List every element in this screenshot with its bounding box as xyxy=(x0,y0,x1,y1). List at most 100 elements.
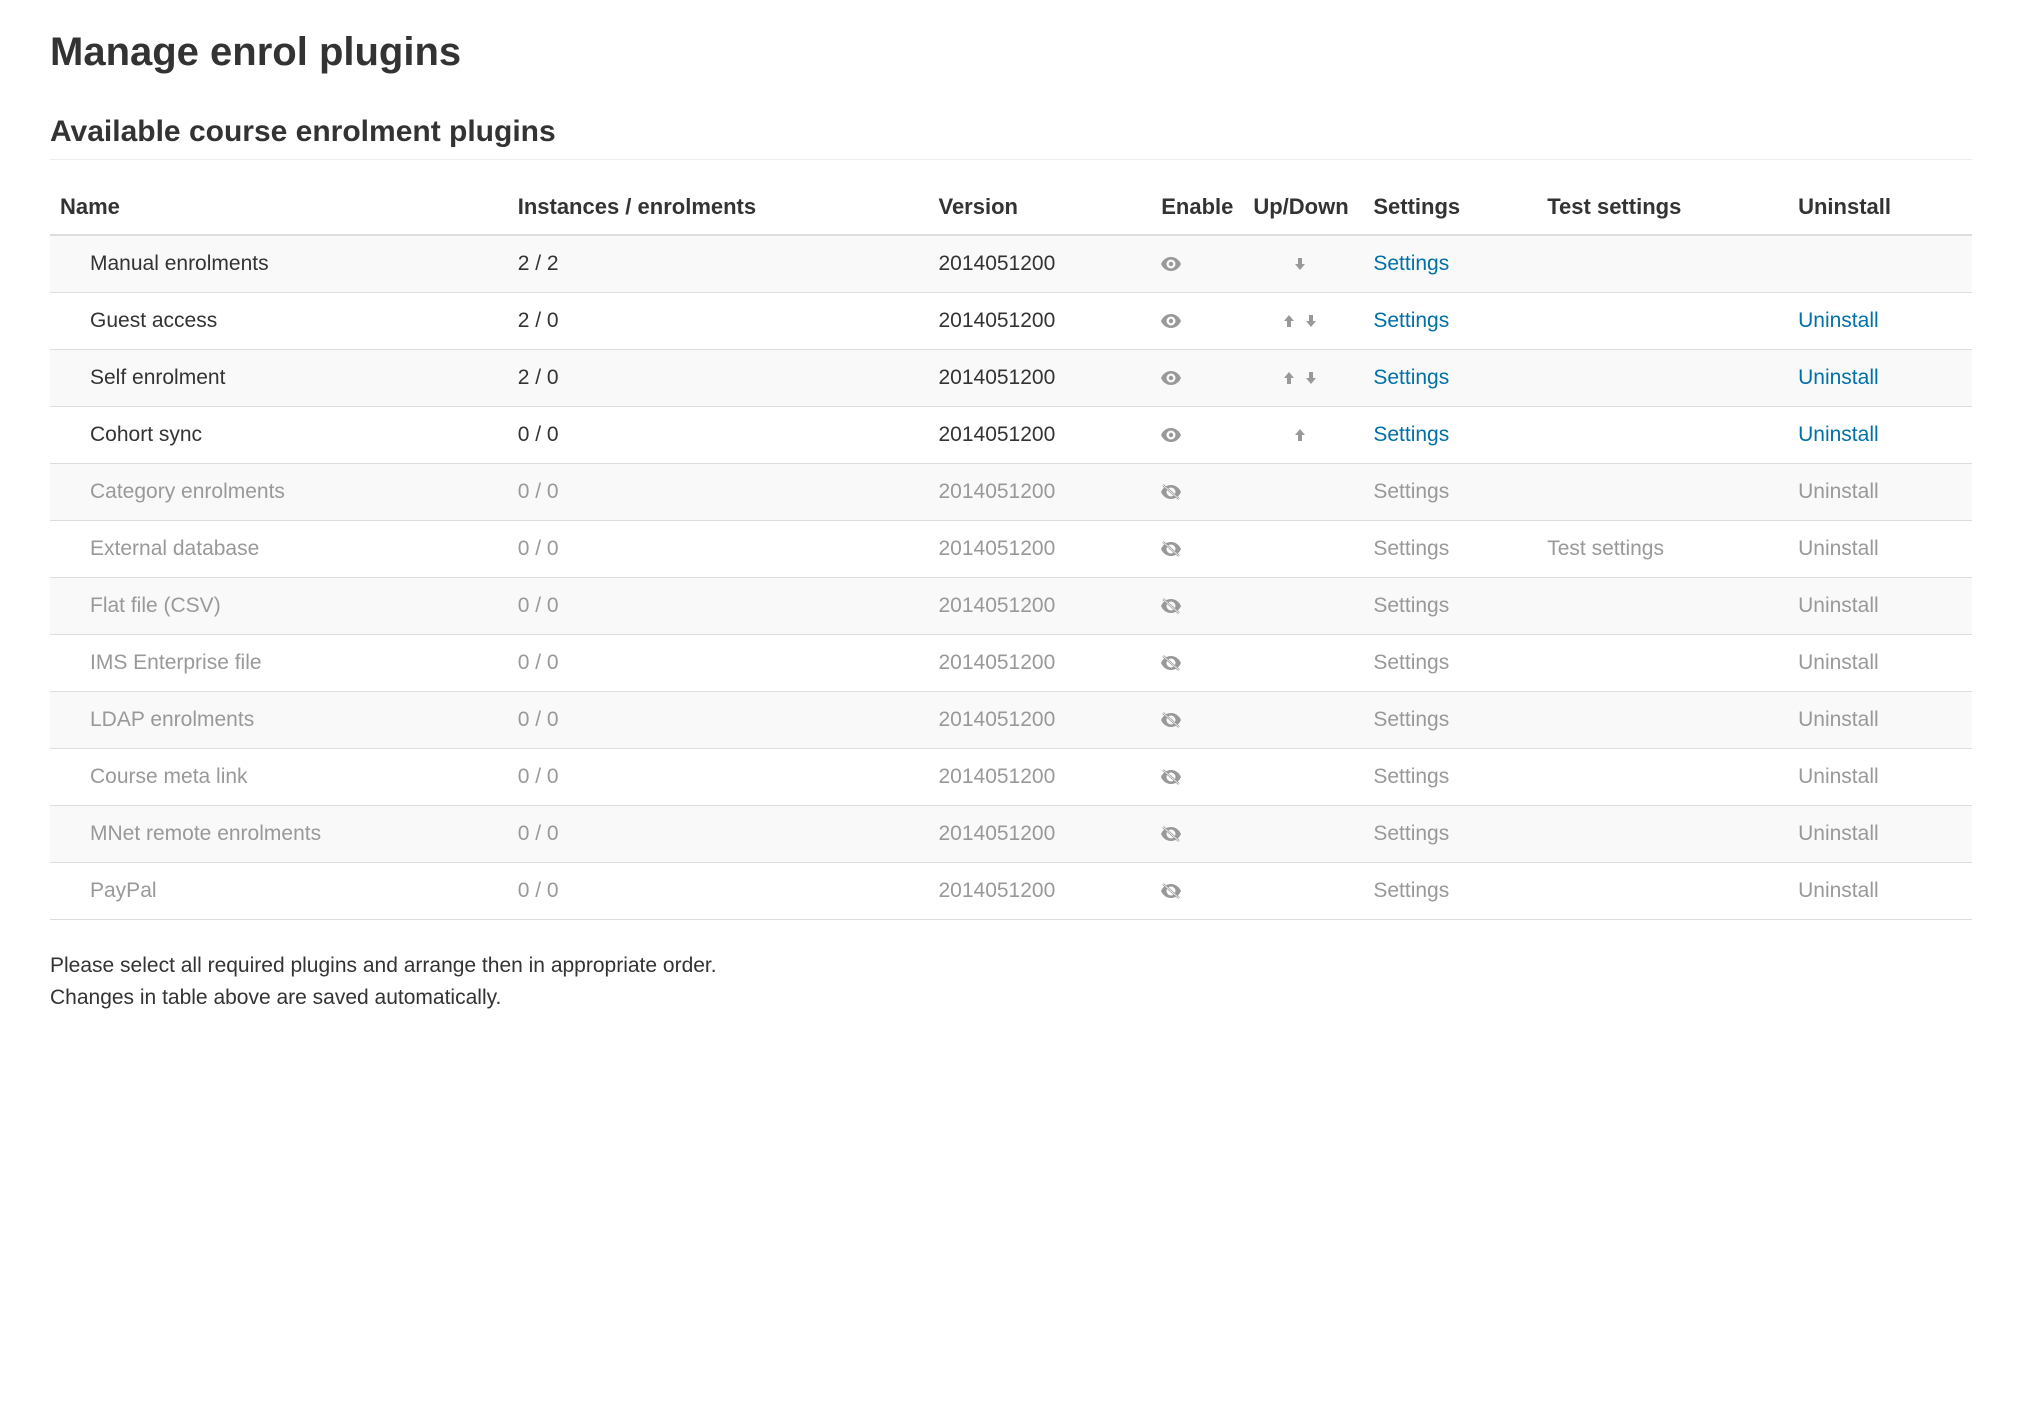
table-row: Category enrolments0 / 02014051200 Settin… xyxy=(50,464,1972,521)
eye-closed-icon[interactable] xyxy=(1161,712,1181,728)
plugin-instances: 0 / 0 xyxy=(508,578,929,635)
plugin-instances: 0 / 0 xyxy=(508,863,929,920)
uninstall-link[interactable]: Uninstall xyxy=(1798,309,1879,332)
plugin-instances: 0 / 0 xyxy=(508,521,929,578)
plugin-version: 2014051200 xyxy=(928,635,1151,692)
settings-link[interactable]: Settings xyxy=(1373,651,1449,674)
plugin-version: 2014051200 xyxy=(928,293,1151,350)
plugin-name: LDAP enrolments xyxy=(50,692,508,749)
plugin-instances: 0 / 0 xyxy=(508,464,929,521)
eye-closed-icon[interactable] xyxy=(1161,883,1181,899)
plugin-name: External database xyxy=(50,521,508,578)
settings-link[interactable]: Settings xyxy=(1373,708,1449,731)
uninstall-link[interactable]: Uninstall xyxy=(1798,822,1879,845)
uninstall-link[interactable]: Uninstall xyxy=(1798,594,1879,617)
plugin-name: Cohort sync xyxy=(50,407,508,464)
eye-closed-icon[interactable] xyxy=(1161,769,1181,785)
eye-closed-icon[interactable] xyxy=(1161,541,1181,557)
col-enable: Enable xyxy=(1151,180,1243,235)
table-row: Guest access2 / 02014051200 Settings Unins… xyxy=(50,293,1972,350)
eye-closed-icon[interactable] xyxy=(1161,598,1181,614)
eye-open-icon[interactable] xyxy=(1161,257,1181,271)
footer-line-2: Changes in table above are saved automat… xyxy=(50,982,1972,1014)
col-uninstall: Uninstall xyxy=(1788,180,1972,235)
section-title: Available course enrolment plugins xyxy=(50,115,1972,160)
table-row: Course meta link0 / 02014051200 Settings U… xyxy=(50,749,1972,806)
table-row: MNet remote enrolments0 / 02014051200 Set… xyxy=(50,806,1972,863)
plugin-name: Self enrolment xyxy=(50,350,508,407)
arrow-down-icon[interactable] xyxy=(1303,313,1319,329)
settings-link[interactable]: Settings xyxy=(1373,594,1449,617)
settings-link[interactable]: Settings xyxy=(1373,822,1449,845)
col-name: Name xyxy=(50,180,508,235)
settings-link[interactable]: Settings xyxy=(1373,480,1449,503)
uninstall-link[interactable]: Uninstall xyxy=(1798,651,1879,674)
uninstall-link[interactable]: Uninstall xyxy=(1798,879,1879,902)
plugin-instances: 2 / 0 xyxy=(508,293,929,350)
plugin-name: PayPal xyxy=(50,863,508,920)
plugin-version: 2014051200 xyxy=(928,407,1151,464)
eye-open-icon[interactable] xyxy=(1161,371,1181,385)
plugin-name: Guest access xyxy=(50,293,508,350)
plugin-version: 2014051200 xyxy=(928,692,1151,749)
eye-closed-icon[interactable] xyxy=(1161,484,1181,500)
uninstall-link[interactable]: Uninstall xyxy=(1798,366,1879,389)
page-title: Manage enrol plugins xyxy=(50,30,1972,75)
col-version: Version xyxy=(928,180,1151,235)
table-row: PayPal0 / 02014051200 Settings Uninstall xyxy=(50,863,1972,920)
eye-open-icon[interactable] xyxy=(1161,428,1181,442)
settings-link[interactable]: Settings xyxy=(1373,765,1449,788)
arrow-up-icon[interactable] xyxy=(1281,370,1297,386)
plugin-version: 2014051200 xyxy=(928,749,1151,806)
uninstall-link[interactable]: Uninstall xyxy=(1798,765,1879,788)
plugin-version: 2014051200 xyxy=(928,806,1151,863)
table-header-row: Name Instances / enrolments Version Enab… xyxy=(50,180,1972,235)
table-row: Cohort sync0 / 02014051200 Settings Uninst… xyxy=(50,407,1972,464)
table-row: LDAP enrolments0 / 02014051200 Settings Un… xyxy=(50,692,1972,749)
uninstall-link[interactable]: Uninstall xyxy=(1798,537,1879,560)
plugin-name: IMS Enterprise file xyxy=(50,635,508,692)
plugin-version: 2014051200 xyxy=(928,464,1151,521)
arrow-down-icon[interactable] xyxy=(1303,370,1319,386)
plugins-table: Name Instances / enrolments Version Enab… xyxy=(50,180,1972,920)
settings-link[interactable]: Settings xyxy=(1373,537,1449,560)
test-settings-link[interactable]: Test settings xyxy=(1547,537,1664,560)
plugin-version: 2014051200 xyxy=(928,235,1151,293)
plugin-name: Flat file (CSV) xyxy=(50,578,508,635)
plugin-name: Manual enrolments xyxy=(50,235,508,293)
settings-link[interactable]: Settings xyxy=(1373,879,1449,902)
plugin-version: 2014051200 xyxy=(928,863,1151,920)
table-row: External database0 / 02014051200 Settings… xyxy=(50,521,1972,578)
plugin-instances: 0 / 0 xyxy=(508,407,929,464)
plugin-version: 2014051200 xyxy=(928,521,1151,578)
plugin-name: Category enrolments xyxy=(50,464,508,521)
table-row: Manual enrolments2 / 22014051200 Settings xyxy=(50,235,1972,293)
plugin-instances: 2 / 2 xyxy=(508,235,929,293)
eye-closed-icon[interactable] xyxy=(1161,826,1181,842)
settings-link[interactable]: Settings xyxy=(1373,252,1449,275)
table-row: Flat file (CSV)0 / 02014051200SettingsUn… xyxy=(50,578,1972,635)
footer-line-1: Please select all required plugins and a… xyxy=(50,950,1972,982)
col-test: Test settings xyxy=(1537,180,1788,235)
eye-open-icon[interactable] xyxy=(1161,314,1181,328)
col-settings: Settings xyxy=(1363,180,1537,235)
col-instances: Instances / enrolments xyxy=(508,180,929,235)
arrow-up-icon[interactable] xyxy=(1281,313,1297,329)
settings-link[interactable]: Settings xyxy=(1373,366,1449,389)
table-row: Self enrolment2 / 02014051200SettingsUni… xyxy=(50,350,1972,407)
arrow-down-icon[interactable] xyxy=(1292,256,1308,272)
plugin-instances: 0 / 0 xyxy=(508,635,929,692)
plugin-name: Course meta link xyxy=(50,749,508,806)
plugin-instances: 0 / 0 xyxy=(508,749,929,806)
settings-link[interactable]: Settings xyxy=(1373,423,1449,446)
uninstall-link[interactable]: Uninstall xyxy=(1798,708,1879,731)
arrow-up-icon[interactable] xyxy=(1292,427,1308,443)
plugin-name: MNet remote enrolments xyxy=(50,806,508,863)
uninstall-link[interactable]: Uninstall xyxy=(1798,480,1879,503)
uninstall-link[interactable]: Uninstall xyxy=(1798,423,1879,446)
plugin-instances: 0 / 0 xyxy=(508,692,929,749)
eye-closed-icon[interactable] xyxy=(1161,655,1181,671)
settings-link[interactable]: Settings xyxy=(1373,309,1449,332)
plugin-instances: 0 / 0 xyxy=(508,806,929,863)
table-row: IMS Enterprise file0 / 02014051200 Settin… xyxy=(50,635,1972,692)
